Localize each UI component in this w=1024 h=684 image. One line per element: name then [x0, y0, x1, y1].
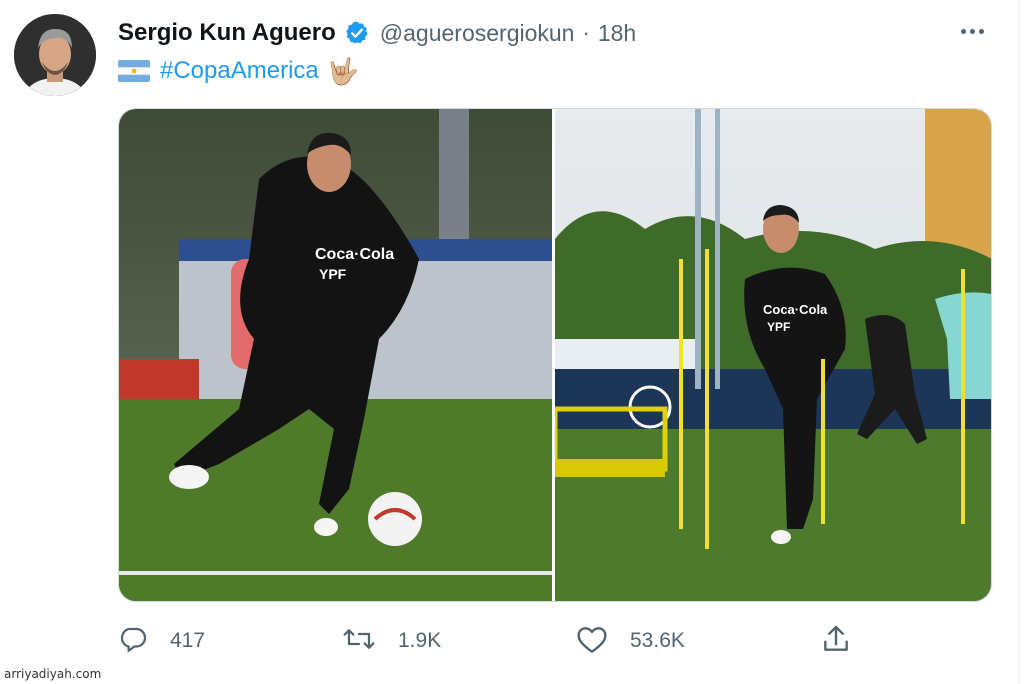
share-button[interactable] [820, 618, 852, 664]
retweet-icon [342, 624, 376, 659]
retweet-button[interactable]: 1.9K [342, 618, 441, 664]
tweet-media: Coca·Cola YPF Coca·Cola YPF [118, 108, 992, 602]
tweet-card: Sergio Kun Aguero @aguerosergiokun · 18h… [0, 0, 1020, 684]
like-button[interactable]: 53.6K [576, 618, 685, 664]
photo-right[interactable]: Coca·Cola YPF [555, 109, 991, 601]
watermark: arriyadiyah.com [4, 667, 102, 681]
svg-text:YPF: YPF [767, 320, 790, 334]
reply-count: 417 [170, 629, 206, 652]
heart-icon [576, 624, 608, 659]
more-dot [969, 28, 975, 34]
more-dot [960, 28, 966, 34]
reply-button[interactable]: 417 [118, 618, 205, 664]
timestamp[interactable]: 18h [598, 20, 636, 47]
photo-left[interactable]: Coca·Cola YPF [119, 109, 552, 601]
argentina-flag-icon [118, 60, 150, 82]
svg-text:Coca·Cola: Coca·Cola [763, 302, 828, 317]
rock-hand-emoji: 🤟🏼 [326, 55, 360, 86]
avatar[interactable] [14, 14, 96, 96]
hashtag-link[interactable]: #CopaAmerica [160, 57, 319, 85]
svg-text:YPF: YPF [319, 266, 347, 282]
tweet-header: Sergio Kun Aguero @aguerosergiokun · 18h [118, 16, 636, 50]
author-handle[interactable]: @aguerosergiokun [380, 20, 575, 47]
tweet-text: #CopaAmerica 🤟🏼 [118, 54, 359, 88]
retweet-count: 1.9K [398, 629, 442, 652]
separator: · [582, 20, 590, 45]
share-icon [820, 623, 852, 660]
verified-badge-icon [344, 20, 370, 46]
tweet-actions: 417 1.9K 53.6K [118, 618, 878, 664]
like-count: 53.6K [630, 629, 685, 652]
author-name[interactable]: Sergio Kun Aguero [118, 19, 336, 47]
more-dot [978, 28, 984, 34]
svg-text:Coca·Cola: Coca·Cola [315, 246, 394, 263]
more-icon[interactable] [957, 18, 987, 44]
reply-icon [118, 624, 148, 659]
